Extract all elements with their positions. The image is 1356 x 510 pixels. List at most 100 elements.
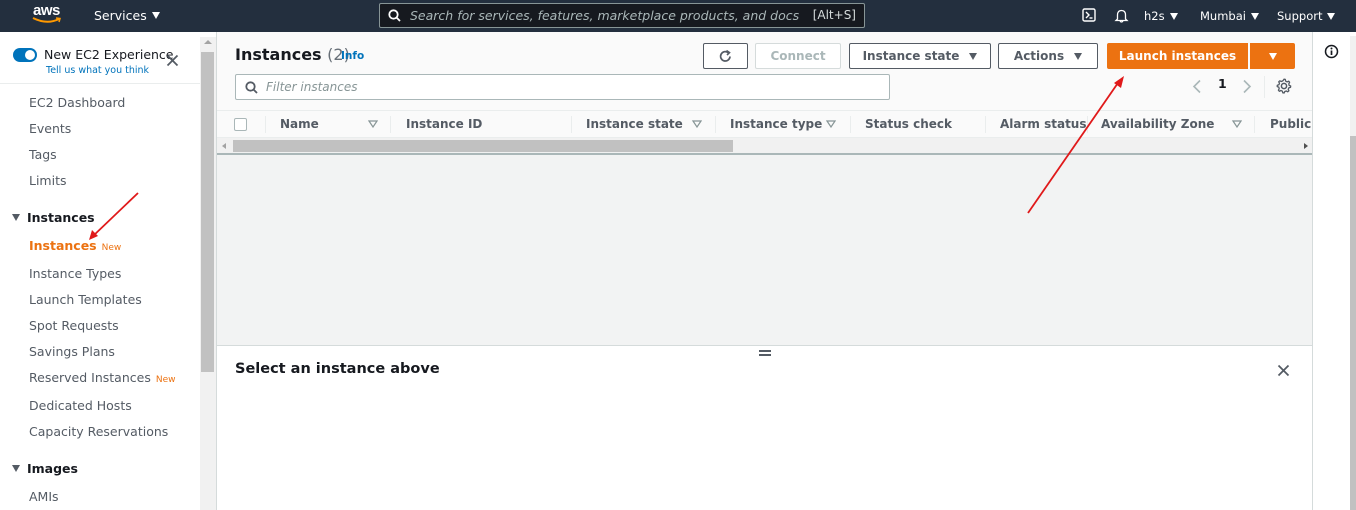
filter-instances[interactable] bbox=[235, 74, 890, 100]
cloudshell-icon[interactable] bbox=[1082, 8, 1096, 22]
sidebar-scrollbar-thumb[interactable] bbox=[201, 52, 214, 372]
column-separator bbox=[985, 116, 986, 133]
global-search-input[interactable] bbox=[410, 7, 810, 24]
caret-down-icon bbox=[969, 52, 978, 60]
settings-gear-icon[interactable] bbox=[1276, 78, 1292, 94]
column-separator bbox=[390, 116, 391, 133]
top-navigation-bar: aws Services [Alt+S] h2s Mumbai Support bbox=[0, 0, 1356, 32]
new-experience-toggle[interactable] bbox=[13, 48, 37, 62]
column-header-public-ip[interactable]: Public I bbox=[1270, 117, 1313, 131]
sidebar-item-reserved-instances[interactable]: Reserved Instances New bbox=[29, 370, 175, 385]
new-experience-label: New EC2 Experience bbox=[44, 47, 174, 62]
column-separator bbox=[850, 116, 851, 133]
close-sidebar-icon[interactable] bbox=[166, 54, 179, 67]
sidebar-item-dedicated-hosts[interactable]: Dedicated Hosts bbox=[29, 398, 132, 413]
table-scrollbar-thumb[interactable] bbox=[233, 140, 733, 152]
select-all-checkbox[interactable] bbox=[234, 118, 247, 131]
aws-smile-icon bbox=[32, 17, 61, 23]
close-detail-panel-icon[interactable] bbox=[1277, 364, 1290, 377]
split-panel-divider bbox=[217, 345, 1313, 346]
sidebar-item-spot-requests[interactable]: Spot Requests bbox=[29, 318, 119, 333]
caret-down-icon bbox=[1268, 52, 1277, 60]
instances-main-panel: Instances (2) Info Connect Instance stat… bbox=[216, 32, 1313, 510]
column-separator bbox=[715, 116, 716, 133]
caret-down-icon bbox=[1169, 12, 1178, 20]
connect-button[interactable]: Connect bbox=[755, 43, 841, 69]
sidebar-section-images[interactable]: Images bbox=[12, 461, 78, 476]
previous-page-icon[interactable] bbox=[1192, 79, 1202, 94]
refresh-icon bbox=[719, 49, 731, 62]
sidebar-item-launch-templates[interactable]: Launch Templates bbox=[29, 292, 142, 307]
search-icon bbox=[388, 9, 401, 22]
column-header-name[interactable]: Name bbox=[280, 117, 319, 131]
launch-instances-button[interactable]: Launch instances bbox=[1107, 43, 1248, 69]
actions-dropdown[interactable]: Actions bbox=[998, 43, 1098, 69]
column-separator bbox=[571, 116, 572, 133]
new-badge: New bbox=[101, 243, 122, 253]
column-separator bbox=[1087, 116, 1088, 133]
current-page-number[interactable]: 1 bbox=[1218, 76, 1227, 91]
caret-down-icon bbox=[1250, 12, 1259, 20]
sidebar-item-amis[interactable]: AMIs bbox=[29, 489, 59, 504]
page-vertical-scrollbar[interactable] bbox=[1350, 36, 1356, 510]
account-menu[interactable]: h2s bbox=[1144, 0, 1178, 32]
sidebar-scrollbar[interactable] bbox=[200, 37, 216, 510]
scroll-up-arrow-icon[interactable] bbox=[204, 40, 212, 44]
search-shortcut-hint: [Alt+S] bbox=[812, 8, 856, 22]
next-page-icon[interactable] bbox=[1242, 79, 1252, 94]
sidebar-section-instances[interactable]: Instances bbox=[12, 210, 95, 225]
instances-list-panel: Instances (2) Info Connect Instance stat… bbox=[217, 32, 1313, 345]
filter-instances-input[interactable] bbox=[266, 79, 866, 95]
column-header-instance-state[interactable]: Instance state bbox=[586, 117, 683, 131]
instance-state-dropdown[interactable]: Instance state bbox=[849, 43, 991, 69]
global-search[interactable]: [Alt+S] bbox=[379, 3, 865, 28]
sidebar-item-tags[interactable]: Tags bbox=[29, 147, 57, 162]
feedback-link[interactable]: Tell us what you think bbox=[46, 65, 149, 76]
region-menu[interactable]: Mumbai bbox=[1200, 0, 1259, 32]
info-icon[interactable] bbox=[1324, 44, 1339, 59]
new-badge: New bbox=[155, 375, 176, 385]
column-header-instance-id[interactable]: Instance ID bbox=[406, 117, 482, 131]
page-title: Instances (2) bbox=[235, 45, 350, 64]
column-header-alarm-status[interactable]: Alarm status bbox=[1000, 117, 1087, 131]
split-panel-resize-handle[interactable] bbox=[759, 350, 771, 356]
caret-down-icon bbox=[1327, 12, 1336, 20]
services-menu[interactable]: Services bbox=[94, 8, 160, 23]
sidebar-item-capacity-reservations[interactable]: Capacity Reservations bbox=[29, 424, 168, 439]
sidebar-item-limits[interactable]: Limits bbox=[29, 173, 67, 188]
scroll-right-arrow-icon[interactable] bbox=[1304, 143, 1308, 149]
support-menu[interactable]: Support bbox=[1277, 0, 1336, 32]
bell-icon[interactable] bbox=[1114, 8, 1129, 23]
sidebar-item-instances[interactable]: Instances New bbox=[29, 238, 121, 253]
aws-logo[interactable]: aws bbox=[32, 2, 64, 27]
column-header-instance-type[interactable]: Instance type bbox=[730, 117, 822, 131]
sort-icon[interactable] bbox=[368, 120, 378, 128]
instances-table-header: Name Instance ID Instance state Instance… bbox=[217, 110, 1313, 138]
caret-down-icon bbox=[12, 214, 20, 221]
column-header-status-check[interactable]: Status check bbox=[865, 117, 952, 131]
column-header-availability-zone[interactable]: Availability Zone bbox=[1101, 117, 1214, 131]
caret-down-icon bbox=[12, 465, 20, 472]
caret-down-icon bbox=[1074, 52, 1083, 60]
scroll-left-arrow-icon[interactable] bbox=[222, 143, 226, 149]
caret-down-icon bbox=[151, 12, 160, 19]
pager-divider bbox=[1264, 76, 1265, 98]
sidebar-divider bbox=[0, 83, 200, 84]
detail-panel-title: Select an instance above bbox=[235, 361, 440, 377]
sidebar-navigation: New EC2 Experience Tell us what you thin… bbox=[0, 32, 200, 510]
sort-icon[interactable] bbox=[692, 120, 702, 128]
search-icon bbox=[245, 81, 258, 94]
column-separator bbox=[1254, 116, 1255, 133]
sort-icon[interactable] bbox=[826, 120, 836, 128]
table-horizontal-scrollbar[interactable] bbox=[217, 138, 1313, 155]
sidebar-item-instance-types[interactable]: Instance Types bbox=[29, 266, 121, 281]
refresh-button[interactable] bbox=[703, 43, 748, 69]
column-separator bbox=[265, 116, 266, 133]
launch-instances-dropdown[interactable] bbox=[1250, 43, 1295, 69]
page-scrollbar-thumb[interactable] bbox=[1350, 136, 1356, 510]
sidebar-item-events[interactable]: Events bbox=[29, 121, 71, 136]
info-link[interactable]: Info bbox=[341, 50, 364, 62]
sidebar-item-ec2-dashboard[interactable]: EC2 Dashboard bbox=[29, 95, 125, 110]
sidebar-item-savings-plans[interactable]: Savings Plans bbox=[29, 344, 115, 359]
sort-icon[interactable] bbox=[1232, 120, 1242, 128]
